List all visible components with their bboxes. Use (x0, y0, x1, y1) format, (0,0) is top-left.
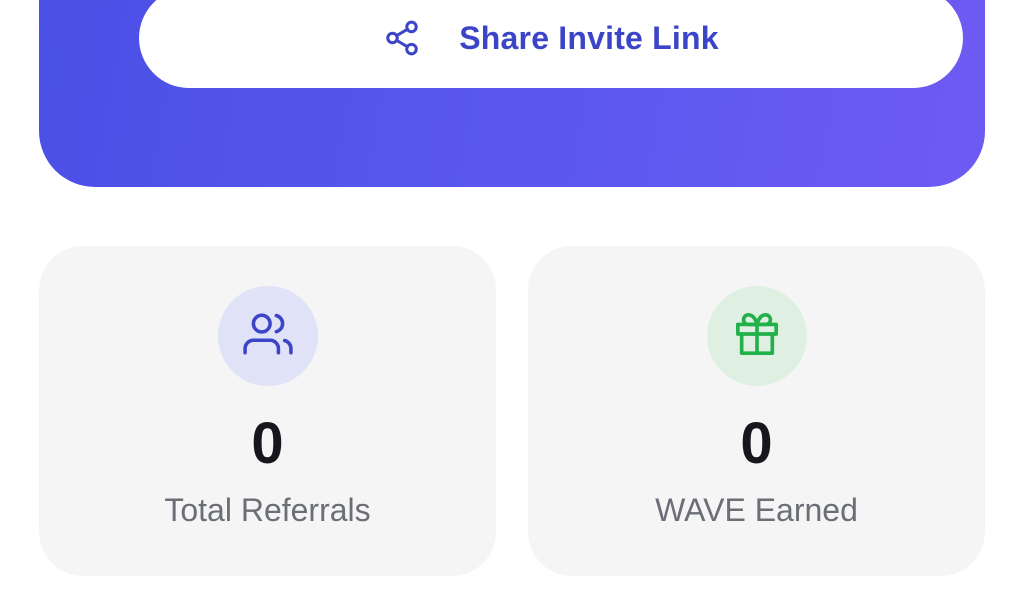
total-referrals-badge (217, 286, 318, 386)
share-invite-link-label: Share Invite Link (459, 19, 719, 56)
total-referrals-value: 0 (251, 411, 284, 476)
wave-earned-badge (706, 286, 807, 386)
wave-earned-value: 0 (740, 411, 773, 476)
wave-earned-label: WAVE Earned (655, 492, 858, 528)
wave-earned-card: 0 WAVE Earned (528, 246, 985, 576)
gift-icon (734, 311, 780, 362)
invite-banner: Share Invite Link (39, 0, 985, 187)
share-invite-link-button[interactable]: Share Invite Link (139, 0, 963, 88)
total-referrals-label: Total Referrals (164, 492, 371, 528)
referral-page: Share Invite Link 0 Total Referrals 0 WA… (0, 0, 1024, 615)
share-icon (383, 19, 421, 57)
total-referrals-card: 0 Total Referrals (39, 246, 496, 576)
users-icon (242, 309, 293, 364)
